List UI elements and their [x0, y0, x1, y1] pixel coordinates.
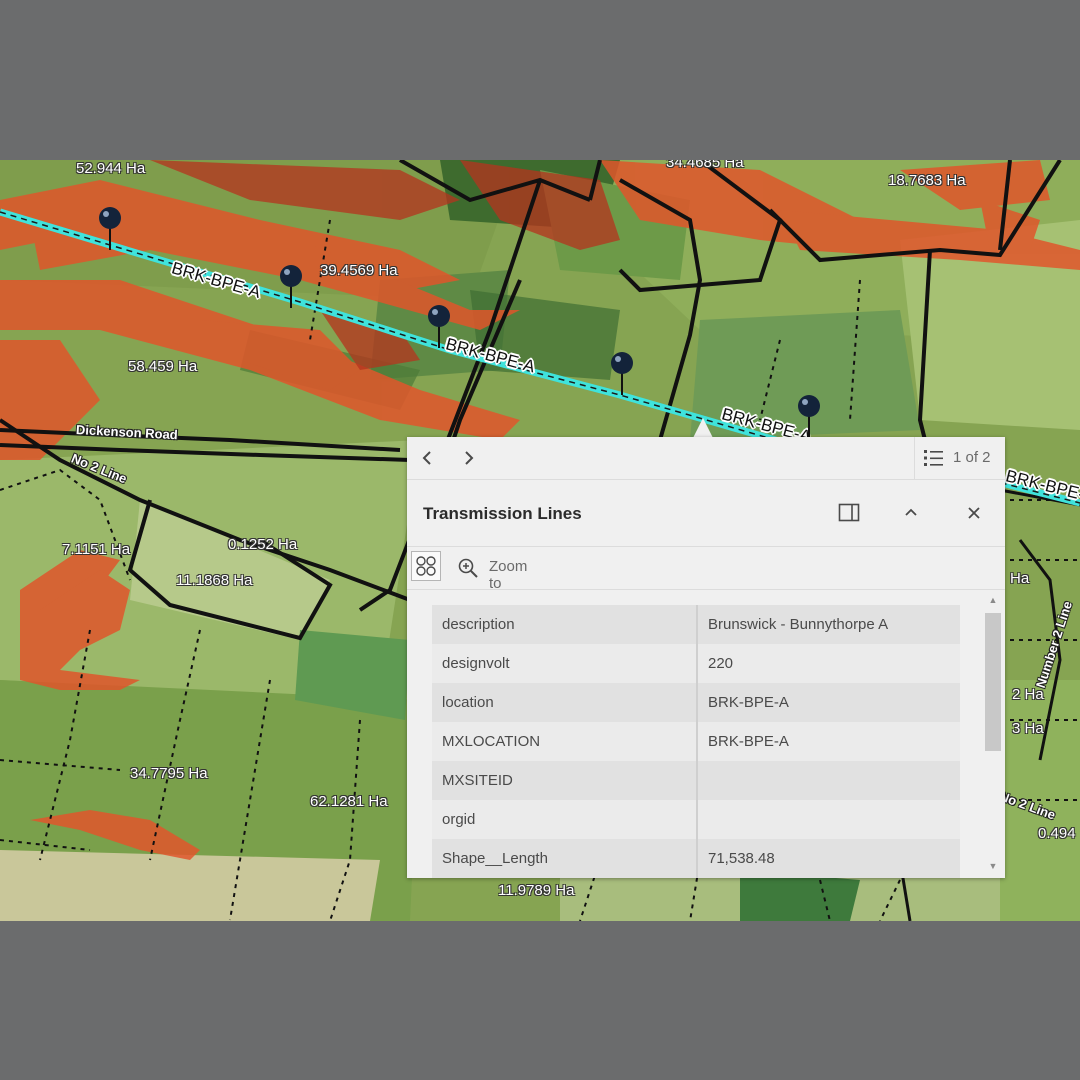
area-label: 39.4569 Ha	[320, 262, 398, 279]
attribute-key: Shape__Length	[432, 839, 698, 878]
area-label: 34.4685 Ha	[666, 160, 744, 171]
popup-title: Transmission Lines	[423, 504, 582, 523]
popup-header: Transmission Lines	[407, 480, 1005, 547]
area-label: 11.1868 Ha	[176, 572, 253, 589]
attribute-key: designvolt	[432, 644, 698, 683]
collapse-button[interactable]	[900, 502, 922, 524]
close-button[interactable]	[963, 502, 985, 524]
table-row: designvolt 220	[432, 644, 960, 683]
area-label: 7.1151 Ha	[62, 541, 131, 558]
area-label: 11.9789 Ha	[498, 882, 575, 899]
table-row: MXLOCATION BRK-BPE-A	[432, 722, 960, 761]
popup-pointer	[693, 418, 713, 438]
table-row: orgid	[432, 800, 960, 839]
popup-actions-bar: Zoom to	[407, 547, 1005, 592]
area-label: 34.7795 Ha	[130, 765, 208, 782]
scroll-down-button[interactable]: ▼	[987, 861, 999, 871]
zoom-in-icon	[458, 558, 478, 578]
map-pin-icon[interactable]	[796, 394, 822, 438]
table-row: MXSITEID	[432, 761, 960, 800]
attribute-value	[697, 800, 960, 839]
chevron-right-icon	[465, 451, 474, 465]
map-pin-icon[interactable]	[609, 351, 635, 395]
zoom-to-button[interactable]: Zoom to	[457, 557, 527, 592]
scroll-up-button[interactable]: ▲	[987, 595, 999, 605]
attribute-key: description	[432, 605, 698, 644]
chevron-left-icon	[422, 451, 431, 465]
map-pin-icon[interactable]	[278, 264, 304, 308]
attribute-value: BRK-BPE-A	[697, 722, 960, 761]
area-label: Ha	[1010, 570, 1030, 587]
scrollbar-thumb[interactable]	[985, 613, 1001, 751]
dock-button[interactable]	[838, 502, 860, 524]
attribute-value: 220	[697, 644, 960, 683]
chevron-up-icon	[905, 508, 917, 516]
table-row: location BRK-BPE-A	[432, 683, 960, 722]
list-icon	[924, 450, 943, 466]
area-label: 62.1281 Ha	[310, 793, 388, 810]
previous-feature-button[interactable]	[415, 446, 439, 470]
attribute-value	[697, 761, 960, 800]
feature-popup: 1 of 2 Transmission Lines Zoom to descri…	[407, 437, 1005, 878]
feature-list-toggle[interactable]: 1 of 2	[914, 437, 1005, 479]
attribute-key: MXLOCATION	[432, 722, 698, 761]
dock-icon	[838, 503, 860, 522]
popup-nav-bar: 1 of 2	[407, 437, 1005, 480]
area-label: 52.944 Ha	[76, 160, 146, 177]
next-feature-button[interactable]	[457, 446, 481, 470]
attribute-table: description Brunswick - Bunnythorpe A des…	[432, 605, 960, 878]
attribute-value: Brunswick - Bunnythorpe A	[697, 605, 960, 644]
map-pin-icon[interactable]	[426, 304, 452, 348]
area-label: 0.494	[1038, 825, 1076, 842]
table-row: description Brunswick - Bunnythorpe A	[432, 605, 960, 644]
area-label: 3 Ha	[1012, 720, 1044, 737]
attribute-key: MXSITEID	[432, 761, 698, 800]
table-row: Shape__Length 71,538.48	[432, 839, 960, 878]
close-icon	[968, 507, 980, 519]
feature-count: 1 of 2	[953, 449, 991, 466]
area-label: 58.459 Ha	[128, 358, 198, 375]
area-label: 2 Ha	[1012, 686, 1044, 703]
attribute-value: 71,538.48	[697, 839, 960, 878]
attribute-key: orgid	[432, 800, 698, 839]
actions-menu-button[interactable]	[411, 551, 441, 581]
area-label: 0.1252 Ha	[228, 536, 298, 553]
grid-icon	[416, 556, 436, 576]
map-pin-icon[interactable]	[97, 206, 123, 250]
attribute-key: location	[432, 683, 698, 722]
area-label: 18.7683 Ha	[888, 172, 966, 189]
attribute-value: BRK-BPE-A	[697, 683, 960, 722]
zoom-to-label: Zoom to	[489, 558, 528, 592]
